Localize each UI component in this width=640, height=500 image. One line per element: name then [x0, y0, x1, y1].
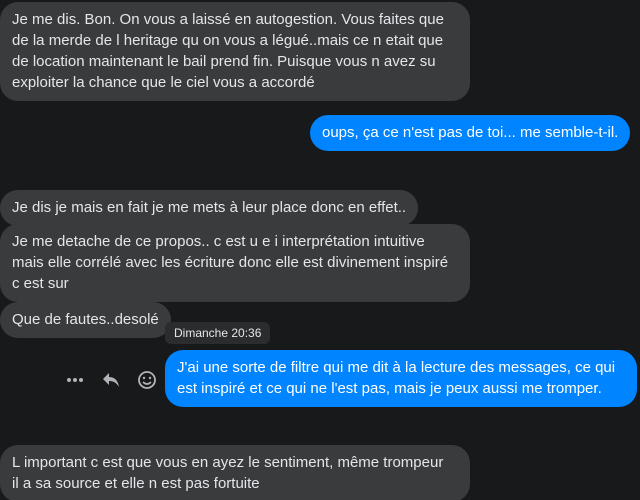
chat-thread: Je me dis. Bon. On vous a laissé en auto… — [0, 0, 640, 500]
message-actions — [62, 368, 170, 392]
message-incoming[interactable]: Je dis je mais en fait je me mets à leur… — [0, 190, 419, 226]
timestamp-tooltip: Dimanche 20:36 — [165, 322, 271, 344]
message-incoming[interactable]: Je me dis. Bon. On vous a laissé en auto… — [0, 2, 470, 101]
message-incoming[interactable]: L important c est que vous en ayez le se… — [0, 445, 470, 500]
more-icon[interactable] — [62, 368, 88, 392]
message-outgoing[interactable]: oups, ça ce n'est pas de toi... me sembl… — [310, 115, 631, 151]
reply-icon[interactable] — [98, 368, 124, 392]
message-incoming[interactable]: Je me detache de ce propos.. c est u e i… — [0, 224, 470, 302]
message-outgoing[interactable]: J'ai une sorte de filtre qui me dit à la… — [165, 350, 637, 407]
message-incoming[interactable]: Que de fautes..desolé — [0, 302, 171, 338]
emoji-icon[interactable] — [134, 368, 160, 392]
